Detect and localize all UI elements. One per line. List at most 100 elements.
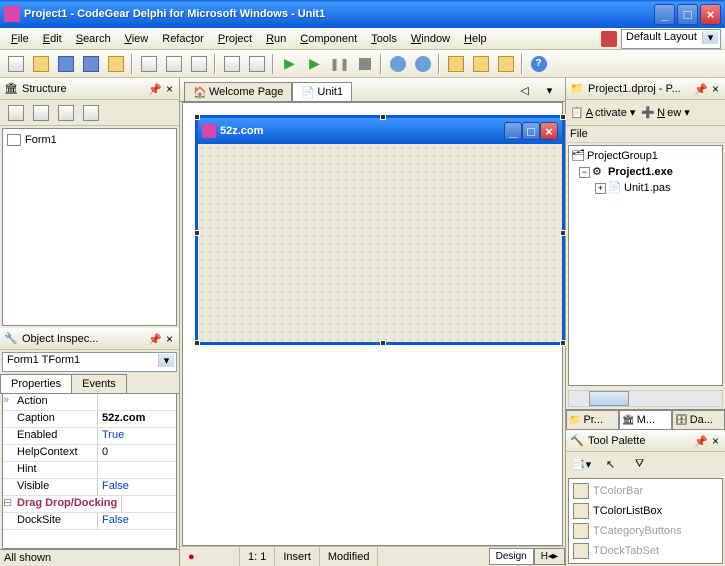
pal-cat[interactable]: 📑▾ bbox=[570, 453, 593, 475]
tb-file3[interactable] bbox=[187, 53, 210, 75]
menu-view[interactable]: View bbox=[118, 31, 156, 47]
prop-name[interactable]: DockSite bbox=[13, 513, 98, 529]
horizontal-scrollbar[interactable] bbox=[568, 390, 723, 407]
form-close[interactable]: × bbox=[540, 122, 558, 140]
tab-events[interactable]: Events bbox=[71, 374, 127, 393]
expand-icon[interactable]: + bbox=[595, 183, 606, 194]
prop-val[interactable] bbox=[98, 462, 176, 478]
prop-name[interactable]: HelpContext bbox=[13, 445, 98, 461]
menu-window[interactable]: Window bbox=[404, 31, 457, 47]
struct-btn2[interactable] bbox=[29, 102, 52, 124]
inspector-combo[interactable]: Form1 TForm1 bbox=[2, 352, 177, 372]
menu-file[interactable]: File bbox=[4, 31, 36, 47]
prop-val[interactable]: True bbox=[98, 428, 176, 444]
palette-item[interactable]: TColorListBox bbox=[571, 501, 720, 521]
tb-doc2[interactable] bbox=[245, 53, 268, 75]
file-column-header[interactable]: File bbox=[566, 126, 725, 143]
struct-btn1[interactable] bbox=[4, 102, 27, 124]
minimize-button[interactable]: _ bbox=[654, 4, 675, 25]
panel-close[interactable]: × bbox=[164, 332, 175, 346]
pal-pointer[interactable]: ↖ bbox=[599, 453, 622, 475]
pin-icon[interactable]: 📌 bbox=[694, 435, 706, 447]
resize-handle[interactable] bbox=[194, 114, 200, 120]
tb-saveall[interactable] bbox=[79, 53, 102, 75]
menu-edit[interactable]: Edit bbox=[36, 31, 69, 47]
prop-name[interactable]: Caption bbox=[13, 411, 98, 427]
tb-stop[interactable] bbox=[353, 53, 376, 75]
tree-item-form[interactable]: Form1 bbox=[7, 133, 172, 147]
tb-step[interactable] bbox=[411, 53, 434, 75]
resize-handle[interactable] bbox=[194, 340, 200, 346]
btab-model[interactable]: 🏛M... bbox=[619, 410, 672, 430]
palette-list[interactable]: TColorBar TColorListBox TCategoryButtons… bbox=[568, 478, 723, 564]
form-designer[interactable]: 52z.com _ □ × bbox=[182, 102, 563, 546]
tree-item-exe[interactable]: −⚙Project1.exe bbox=[571, 164, 720, 180]
tb-openproj[interactable] bbox=[104, 53, 127, 75]
prop-val[interactable]: False bbox=[98, 479, 176, 495]
menu-refactor[interactable]: Refactor bbox=[155, 31, 211, 47]
design-form[interactable]: 52z.com _ □ × bbox=[195, 115, 565, 345]
btab-data[interactable]: 🗄Da... bbox=[672, 410, 725, 430]
tb-run[interactable]: ▶ bbox=[278, 53, 301, 75]
prop-val[interactable]: 0 bbox=[98, 445, 176, 461]
collapse-icon[interactable]: ⊟ bbox=[3, 496, 13, 512]
panel-close[interactable]: × bbox=[164, 82, 175, 96]
status-macro[interactable]: ● bbox=[180, 547, 240, 566]
tb-pause[interactable]: ❚❚ bbox=[328, 53, 351, 75]
panel-close[interactable]: × bbox=[710, 82, 721, 96]
resize-handle[interactable] bbox=[380, 114, 386, 120]
resize-handle[interactable] bbox=[560, 340, 566, 346]
prop-val[interactable]: False bbox=[98, 513, 176, 529]
close-button[interactable]: × bbox=[700, 4, 721, 25]
activate-button[interactable]: 📋Activate ▾ bbox=[570, 106, 635, 119]
new-button[interactable]: ➕New ▾ bbox=[641, 106, 689, 119]
nav-prev[interactable]: ◁ bbox=[513, 79, 536, 101]
prop-category[interactable]: Drag Drop/Docking bbox=[13, 496, 122, 512]
panel-close[interactable]: × bbox=[710, 434, 721, 448]
resize-handle[interactable] bbox=[194, 230, 200, 236]
pin-icon[interactable]: 📌 bbox=[148, 333, 160, 345]
menu-tools[interactable]: Tools bbox=[364, 31, 404, 47]
view-design[interactable]: Design bbox=[489, 548, 534, 565]
expand-icon[interactable]: » bbox=[3, 394, 13, 410]
tb-trace[interactable] bbox=[386, 53, 409, 75]
struct-btn3[interactable] bbox=[54, 102, 77, 124]
resize-handle[interactable] bbox=[380, 340, 386, 346]
property-grid[interactable]: »Action Caption52z.com EnabledTrue HelpC… bbox=[2, 394, 177, 549]
tab-welcome[interactable]: 🏠Welcome Page bbox=[184, 82, 292, 101]
tb-new[interactable] bbox=[4, 53, 27, 75]
prop-name[interactable]: Hint bbox=[13, 462, 98, 478]
tb-cfg2[interactable] bbox=[469, 53, 492, 75]
menu-search[interactable]: Search bbox=[69, 31, 118, 47]
view-history[interactable]: H◂▸ bbox=[534, 548, 565, 565]
maximize-button[interactable]: □ bbox=[677, 4, 698, 25]
structure-tree[interactable]: Form1 bbox=[2, 128, 177, 326]
layout-combo[interactable]: Default Layout bbox=[621, 29, 721, 49]
tb-cfg1[interactable] bbox=[444, 53, 467, 75]
form-client[interactable] bbox=[198, 144, 562, 342]
btab-project[interactable]: 📁Pr... bbox=[566, 410, 619, 430]
palette-item[interactable]: TCategoryButtons bbox=[571, 521, 720, 541]
resize-handle[interactable] bbox=[560, 114, 566, 120]
pin-icon[interactable]: 📌 bbox=[148, 83, 160, 95]
project-tree[interactable]: 🗂ProjectGroup1 −⚙Project1.exe +📄Unit1.pa… bbox=[568, 145, 723, 386]
menu-help[interactable]: Help bbox=[457, 31, 494, 47]
tb-file1[interactable] bbox=[137, 53, 160, 75]
resize-handle[interactable] bbox=[560, 230, 566, 236]
tb-open[interactable] bbox=[29, 53, 52, 75]
form-min[interactable]: _ bbox=[504, 122, 522, 140]
tab-unit1[interactable]: 📄Unit1 bbox=[292, 82, 352, 101]
prop-name[interactable]: Visible bbox=[13, 479, 98, 495]
tb-save[interactable] bbox=[54, 53, 77, 75]
prop-name[interactable]: Action bbox=[13, 394, 98, 410]
prop-val[interactable] bbox=[98, 394, 176, 410]
tb-doc1[interactable] bbox=[220, 53, 243, 75]
tb-cfg3[interactable] bbox=[494, 53, 517, 75]
tb-run2[interactable]: ▶ bbox=[303, 53, 326, 75]
tree-item-group[interactable]: 🗂ProjectGroup1 bbox=[571, 148, 720, 164]
form-max[interactable]: □ bbox=[522, 122, 540, 140]
collapse-icon[interactable]: − bbox=[579, 167, 590, 178]
tb-file2[interactable] bbox=[162, 53, 185, 75]
menu-component[interactable]: Component bbox=[293, 31, 364, 47]
pin-icon[interactable]: 📌 bbox=[694, 83, 706, 95]
